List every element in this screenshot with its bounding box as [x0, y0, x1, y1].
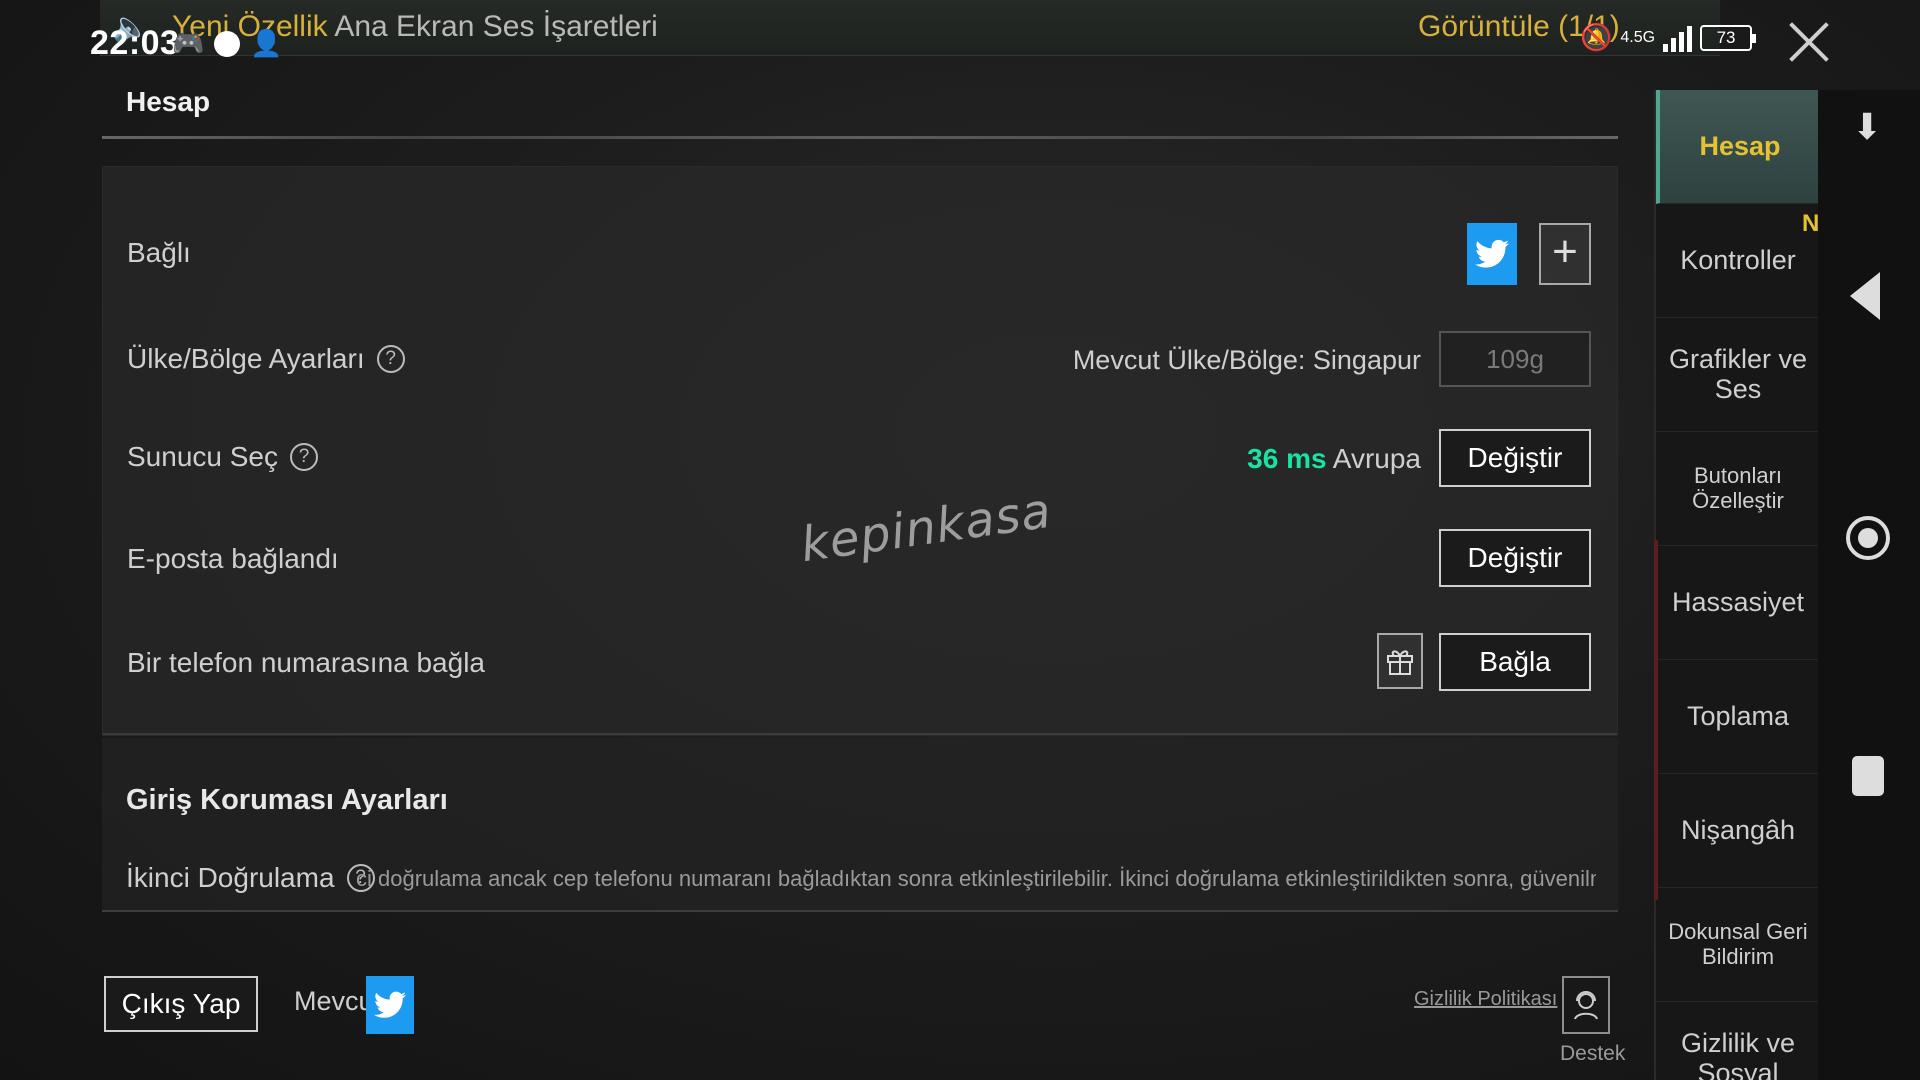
sidebar-item-pickup[interactable]: Toplama [1656, 660, 1820, 774]
sidebar-item-label: Dokunsal Geri Bildirim [1668, 919, 1808, 969]
change-server-button[interactable]: Değiştir [1439, 429, 1591, 487]
region-row-label: Ülke/Bölge Ayarları ? [127, 343, 405, 375]
login-protection-section: Giriş Koruması Ayarları İkinci Doğrulama… [102, 738, 1618, 912]
sidebar-item-customize-buttons[interactable]: Butonları Özelleştir [1656, 432, 1820, 546]
ping-value: 36 [1247, 443, 1279, 474]
logout-button[interactable]: Çıkış Yap [104, 976, 258, 1032]
sidebar-item-crosshair[interactable]: Nişangâh [1656, 774, 1820, 888]
edge-nav-strip [1818, 90, 1920, 1080]
back-triangle-icon[interactable] [1850, 272, 1880, 320]
add-link-button[interactable]: + [1539, 223, 1591, 285]
account-panel: Bağlı + Ülke/Bölge Ayarları ? Mevcut Ülk… [102, 166, 1618, 736]
support-label: Destek [1560, 1042, 1626, 1065]
region-label-text: Ülke/Bölge Ayarları [127, 343, 365, 374]
ping-unit: ms [1286, 443, 1327, 474]
server-label-text: Sunucu Seç [127, 441, 278, 472]
section-title: Hesap [126, 86, 211, 117]
current-twitter-badge [366, 976, 414, 1034]
gift-icon [1387, 650, 1413, 675]
sidebar-item-account[interactable]: Hesap [1656, 90, 1820, 204]
server-row-label: Sunucu Seç ? [127, 441, 318, 473]
support-agent-icon [1574, 991, 1598, 1020]
status-icons: 🎮 👤 [172, 28, 283, 59]
region-help-icon[interactable]: ? [376, 345, 405, 373]
sidebar-item-label: Hassasiyet [1671, 586, 1805, 617]
close-button[interactable] [1786, 18, 1832, 64]
privacy-policy-link[interactable]: Gizlilik Politikası [1414, 988, 1557, 1011]
second-auth-label-text: İkinci Doğrulama [126, 862, 335, 893]
home-circle-icon[interactable] [1846, 516, 1890, 560]
change-email-button[interactable]: Değiştir [1439, 529, 1591, 587]
lower-divider [102, 910, 1618, 912]
battery-icon: 73 [1700, 24, 1757, 51]
phone-label-text: Bir telefon numarasına bağla [127, 647, 485, 678]
linked-label: Bağlı [127, 237, 191, 269]
plus-icon: + [1552, 227, 1578, 276]
sidebar-item-label: Kontroller [1680, 244, 1796, 275]
section-divider [102, 136, 1618, 139]
sidebar-item-controls[interactable]: Kontroller [1656, 204, 1820, 318]
support-button[interactable] [1562, 976, 1610, 1034]
settings-sidebar: Hesap Kontroller Grafikler ve Ses Butonl… [1654, 90, 1820, 1080]
server-name: Avrupa [1332, 443, 1421, 474]
user-icon: 👤 [250, 28, 283, 58]
status-time: 22:03 [90, 24, 180, 62]
system-status: 🔕 4.5G 73 [1580, 22, 1757, 53]
second-auth-label: İkinci Doğrulama ? [126, 862, 375, 894]
sidebar-item-sensitivity[interactable]: Hassasiyet [1656, 546, 1820, 660]
sidebar-item-haptics[interactable]: Dokunsal Geri Bildirim [1656, 888, 1820, 1002]
sidebar-item-label: Toplama [1686, 700, 1790, 731]
linked-label-text: Bağlı [127, 237, 191, 268]
sidebar-item-label: Butonları Özelleştir [1692, 463, 1784, 513]
sidebar-item-label: Nişangâh [1680, 814, 1796, 845]
server-ping: 36 ms Avrupa [1247, 443, 1421, 475]
record-dot-icon [214, 30, 241, 57]
bell-muted-icon: 🔕 [1580, 22, 1613, 52]
region-cooldown-field: 109g [1439, 331, 1591, 387]
signal-icon [1663, 24, 1693, 52]
sidebar-item-label: Gizlilik ve Sosyal [1680, 1027, 1795, 1080]
email-row-label: E-posta bağlandı [127, 543, 339, 575]
second-auth-description: ci doğrulama ancak cep telefonu numaranı… [356, 866, 1596, 891]
login-protection-title: Giriş Koruması Ayarları [126, 784, 448, 816]
sidebar-item-privacy-social[interactable]: Gizlilik ve Sosyal [1656, 1002, 1820, 1080]
recent-apps-icon[interactable] [1852, 756, 1884, 796]
server-help-icon[interactable]: ? [290, 443, 318, 471]
twitter-icon [374, 991, 406, 1018]
game-controller-icon: 🎮 [172, 28, 205, 58]
battery-level: 73 [1716, 27, 1736, 47]
network-type: 4.5G [1620, 28, 1656, 46]
phone-row-label: Bir telefon numarasına bağla [127, 647, 485, 679]
notification-message: Ana Ekran Ses İşaretleri [334, 10, 658, 43]
sidebar-item-label: Grafikler ve Ses [1668, 343, 1808, 404]
sidebar-accent [1654, 540, 1658, 900]
collapse-down-icon[interactable]: ⬇ [1852, 106, 1882, 148]
twitter-linked-button[interactable] [1467, 223, 1517, 285]
sidebar-item-graphics-audio[interactable]: Grafikler ve Ses [1656, 318, 1820, 432]
panel-divider [103, 733, 1617, 735]
bind-phone-button[interactable]: Bağla [1439, 633, 1591, 691]
current-region: Mevcut Ülke/Bölge: Singapur [1072, 345, 1421, 375]
email-label-text: E-posta bağlandı [127, 543, 339, 574]
gift-reward-button[interactable] [1377, 633, 1423, 689]
sidebar-item-label: Hesap [1699, 130, 1781, 161]
twitter-icon [1475, 239, 1509, 268]
home-dot [1858, 528, 1878, 548]
